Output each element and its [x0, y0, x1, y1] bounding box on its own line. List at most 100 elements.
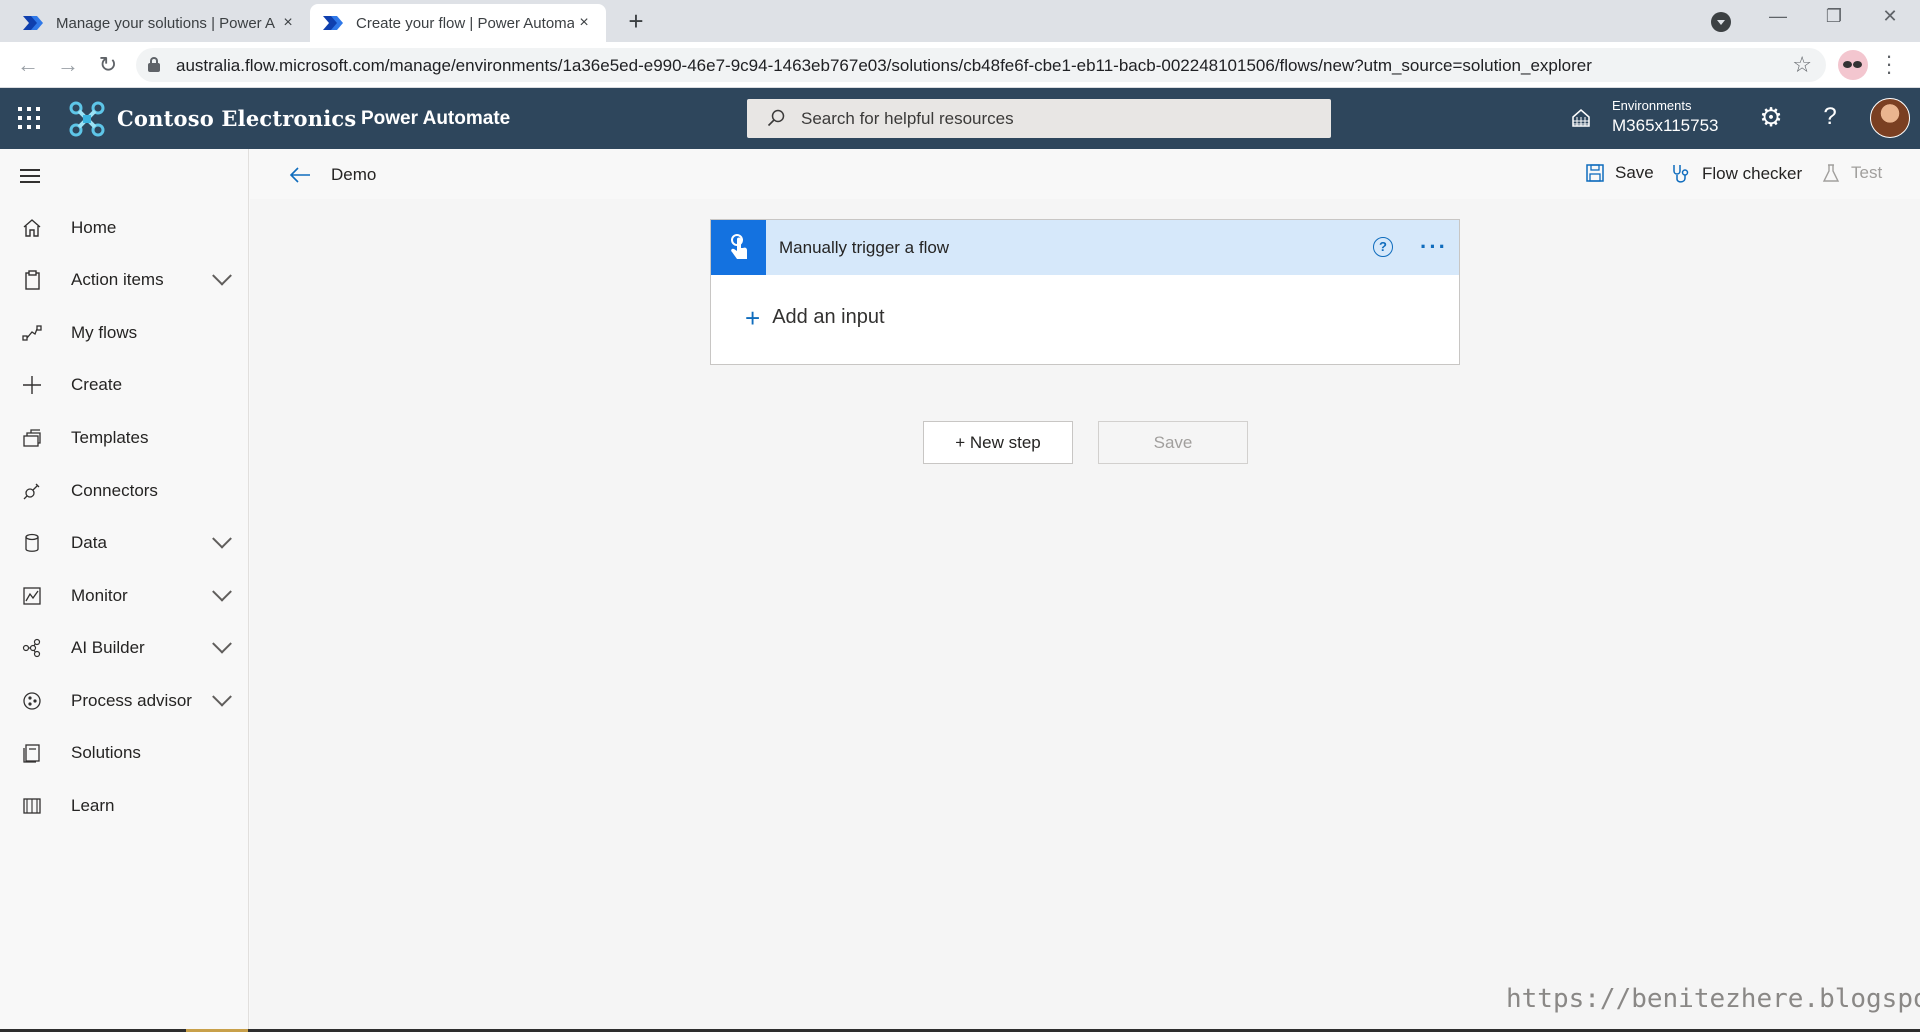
help-icon[interactable]: ? — [1815, 102, 1845, 132]
book-icon — [20, 794, 44, 818]
sidebar-item-label: My flows — [71, 323, 138, 342]
url-field[interactable]: australia.flow.microsoft.com/manage/envi… — [136, 48, 1826, 82]
app-launcher-icon[interactable] — [18, 107, 40, 129]
collapse-nav-hamburger-icon[interactable] — [20, 169, 40, 183]
sidebar-item-label: Process advisor — [71, 691, 192, 710]
save-disk-icon — [1586, 164, 1604, 182]
bookmark-star-icon[interactable]: ☆ — [1792, 52, 1812, 78]
close-window-icon[interactable]: ✕ — [1870, 6, 1910, 27]
search-input[interactable]: Search for helpful resources — [747, 99, 1331, 138]
solutions-icon — [20, 741, 44, 765]
sidebar-item-label: Solutions — [71, 743, 141, 762]
sidebar-item-ai-builder[interactable]: AI Builder — [0, 622, 249, 674]
power-automate-favicon-icon — [323, 16, 343, 30]
search-placeholder: Search for helpful resources — [801, 109, 1014, 128]
database-icon — [20, 531, 44, 555]
flow-checker-label: Flow checker — [1702, 164, 1803, 183]
chevron-down-icon[interactable] — [212, 686, 232, 707]
lock-icon — [148, 57, 160, 72]
tab-title: Create your flow | Power Automa — [356, 14, 574, 32]
app-header: Contoso Electronics Power Automate Searc… — [0, 88, 1920, 149]
environments-label[interactable]: Environments — [1612, 98, 1691, 113]
left-nav-sidebar: Home Action items My flows Create Templa… — [0, 149, 249, 1032]
forward-nav-icon[interactable]: → — [54, 52, 82, 80]
sidebar-item-label: AI Builder — [71, 638, 145, 657]
brand-name[interactable]: Contoso Electronics — [117, 106, 356, 131]
sidebar-item-data[interactable]: Data — [0, 517, 249, 569]
trigger-title: Manually trigger a flow — [779, 238, 950, 257]
power-automate-favicon-icon — [23, 16, 43, 30]
blog-watermark: https://benitezhere.blogspot.com — [1506, 984, 1920, 1014]
browser-tab-strip: Manage your solutions | Power A × Create… — [0, 0, 1920, 42]
sidebar-item-learn[interactable]: Learn — [0, 780, 249, 832]
back-arrow-icon[interactable] — [288, 163, 312, 187]
sidebar-item-create[interactable]: Create — [0, 359, 249, 411]
chevron-down-icon[interactable] — [212, 633, 232, 654]
product-name[interactable]: Power Automate — [361, 108, 510, 130]
trigger-more-options-icon[interactable]: ··· — [1420, 234, 1448, 260]
save-command-button[interactable]: Save — [1585, 163, 1654, 183]
browser-address-bar: ← → ↻ australia.flow.microsoft.com/manag… — [0, 42, 1920, 88]
sidebar-item-process-advisor[interactable]: Process advisor — [0, 675, 249, 727]
clipboard-icon — [20, 268, 44, 292]
flow-checker-button[interactable]: Flow checker — [1670, 163, 1802, 185]
sidebar-item-label: Connectors — [71, 481, 158, 500]
settings-gear-icon[interactable]: ⚙ — [1756, 102, 1786, 132]
sidebar-item-label: Action items — [71, 270, 164, 289]
chevron-down-icon[interactable] — [212, 265, 232, 286]
add-an-input-button[interactable]: + Add an input — [745, 302, 885, 333]
reload-icon[interactable]: ↻ — [94, 52, 122, 80]
home-icon — [20, 216, 44, 240]
tab-search-icon[interactable] — [1711, 12, 1731, 32]
sidebar-item-connectors[interactable]: Connectors — [0, 465, 249, 517]
minimize-window-icon[interactable]: — — [1758, 6, 1798, 27]
test-label: Test — [1851, 163, 1883, 182]
contoso-logo-icon — [69, 101, 105, 137]
test-button[interactable]: Test — [1821, 163, 1882, 183]
sidebar-item-home[interactable]: Home — [0, 202, 249, 254]
add-input-label: Add an input — [772, 306, 885, 328]
sidebar-item-label: Home — [71, 218, 117, 237]
sidebar-item-label: Templates — [71, 428, 149, 447]
browser-tab-create-flow[interactable]: Create your flow | Power Automa × — [310, 4, 606, 42]
monitor-icon — [20, 584, 44, 608]
sidebar-item-label: Learn — [71, 796, 115, 815]
sidebar-item-my-flows[interactable]: My flows — [0, 307, 249, 359]
add-input-plus-icon: + — [745, 302, 761, 333]
chevron-down-icon[interactable] — [212, 528, 232, 549]
new-step-button[interactable]: + New step — [923, 421, 1073, 464]
process-advisor-icon — [20, 689, 44, 713]
trigger-help-icon[interactable]: ? — [1373, 237, 1393, 257]
sidebar-item-solutions[interactable]: Solutions — [0, 727, 249, 779]
profile-avatar-icon[interactable] — [1838, 50, 1868, 80]
search-icon — [767, 109, 785, 127]
trigger-card: Manually trigger a flow ? ··· + Add an i… — [710, 219, 1460, 365]
flow-name-breadcrumb[interactable]: Demo — [331, 165, 376, 185]
sidebar-item-label: Monitor — [71, 586, 128, 605]
trigger-card-header[interactable]: Manually trigger a flow ? ··· — [711, 220, 1459, 275]
chevron-down-icon[interactable] — [212, 581, 232, 602]
back-nav-icon[interactable]: ← — [14, 52, 42, 80]
close-tab-icon[interactable]: × — [574, 14, 594, 32]
sidebar-item-action-items[interactable]: Action items — [0, 254, 249, 306]
close-tab-icon[interactable]: × — [278, 14, 298, 32]
environment-name[interactable]: M365x115753 — [1612, 116, 1719, 136]
browser-tab-manage-solutions[interactable]: Manage your solutions | Power A × — [10, 4, 310, 42]
user-avatar[interactable] — [1870, 98, 1910, 138]
browser-menu-icon[interactable]: · · · — [1884, 45, 1894, 83]
sidebar-item-monitor[interactable]: Monitor — [0, 570, 249, 622]
flow-icon — [20, 321, 44, 345]
environment-icon[interactable] — [1570, 107, 1592, 129]
sidebar-item-label: Data — [71, 533, 107, 552]
sidebar-item-label: Create — [71, 375, 123, 394]
tab-title: Manage your solutions | Power A — [56, 14, 276, 32]
new-tab-button[interactable]: + — [622, 8, 650, 36]
sidebar-item-templates[interactable]: Templates — [0, 412, 249, 464]
restore-window-icon[interactable]: ❐ — [1814, 6, 1854, 27]
connector-icon — [20, 479, 44, 503]
manual-trigger-touch-icon — [711, 220, 766, 275]
templates-icon — [20, 426, 44, 450]
save-flow-button[interactable]: Save — [1098, 421, 1248, 464]
ai-builder-icon — [20, 636, 44, 660]
save-command-label: Save — [1615, 163, 1654, 182]
